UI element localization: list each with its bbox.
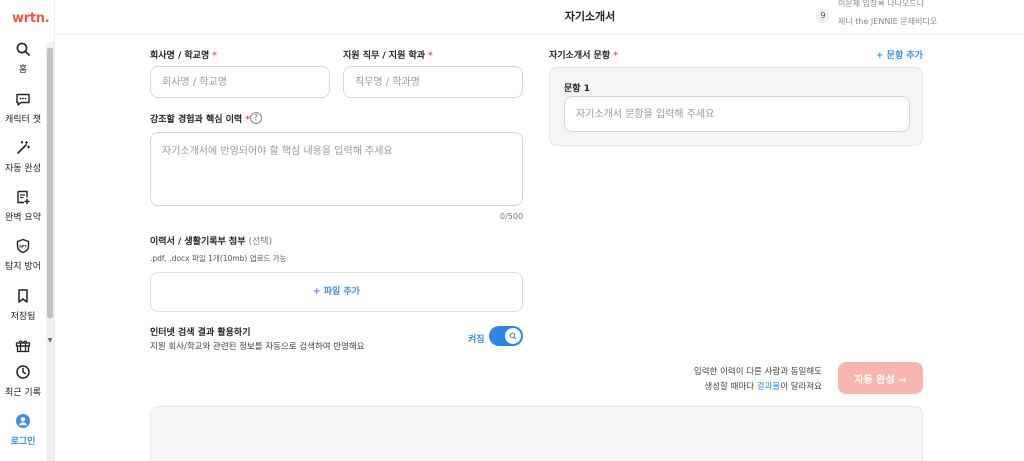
submit-note-line1: 입력한 이력이 다른 사람과 동일해도 [693,367,822,377]
sidebar-item-label: 캐릭터 챗 [5,115,41,125]
question-input[interactable] [564,96,910,132]
toggle-knob [505,328,521,344]
sidebar: wrtn. 홈 캐릭터 챗 자동 완성 완벽 요약 GPT 탐지 방어 저장됨 … [0,0,55,461]
submit-note-line2: 생성할 때마다 결과물이 달라져요 [704,382,822,392]
notification-text-line2: 제니 the JENNIE 문재비디오 [838,17,938,26]
internet-search-toggle[interactable] [489,326,523,346]
page-header: 자기소개서 9 이문제 입장록 나나오드니 제니 the JENNIE 문재비디… [56,0,1024,35]
sidebar-scrollbar-thumb[interactable] [47,48,53,318]
magic-wand-icon [17,140,31,154]
add-file-label: + 파일 추가 [313,287,360,297]
sidebar-item-saved[interactable]: 저장됨 [0,288,46,322]
sidebar-item-detection-defense[interactable]: GPT 탐지 방어 [0,238,46,272]
sidebar-item-home[interactable]: 홈 [0,41,46,75]
sidebar-item-label: 홈 [18,65,28,75]
character-counter: 0/500 [500,212,524,221]
results-link[interactable]: 결과물 [757,382,780,392]
shield-icon: GPT [16,238,30,254]
internet-search-title: 인터넷 검색 결과 활용하기 [150,328,251,338]
experience-field-label: 강조할 경험과 핵심 이력 * [150,115,250,125]
page-title: 자기소개서 [564,10,616,23]
result-area [150,406,923,461]
company-field-label: 회사명 / 학교명 * [150,51,217,61]
sidebar-item-gift[interactable] [0,337,46,358]
position-input[interactable] [343,66,523,98]
experience-textarea[interactable] [150,132,523,206]
sidebar-item-label: 저장됨 [10,312,36,322]
toggle-state-label: 켜짐 [468,335,485,345]
position-field-label: 지원 직무 / 지원 학과 * [343,51,433,61]
chat-bubble-icon [16,93,30,106]
company-input[interactable] [150,66,330,98]
question-title: 문항 1 [564,84,590,94]
questions-label: 자기소개서 문항 * [549,51,618,61]
attachment-note: .pdf, .docx 파일 1개(10mb) 업로드 가능 [150,254,287,263]
question-card: 문항 1 [549,67,923,146]
notification-text-line1: 이문제 입장록 나나오드니 [838,0,925,8]
notification-badge: 9 [816,9,830,23]
clock-icon [16,365,30,379]
add-question-button[interactable]: + 문항 추가 [876,48,923,61]
sidebar-item-login[interactable]: 로그인 [0,413,46,447]
notification-ticker[interactable]: 9 이문제 입장록 나나오드니 제니 the JENNIE 문재비디오 •• [816,0,1024,35]
wrtn-logo[interactable]: wrtn. [12,11,50,26]
svg-text:GPT: GPT [19,245,28,249]
search-icon [16,42,30,56]
attachment-field-label: 이력서 / 생활기록부 첨부 (선택) [150,237,273,247]
help-icon[interactable]: ? [250,112,262,124]
sidebar-item-recent-history[interactable]: 최근 기록 [0,364,46,398]
summary-icon [17,190,30,205]
sidebar-item-auto-complete[interactable]: 자동 완성 [0,140,46,174]
sidebar-item-label: 최근 기록 [5,388,41,398]
sidebar-item-perfect-summary[interactable]: 완벽 요약 [0,189,46,223]
auto-complete-button[interactable]: 자동 완성 → [838,362,923,394]
internet-search-description: 지원 회사/학교와 관련된 정보를 자동으로 검색하여 반영해요 [150,342,365,352]
sidebar-item-character-chat[interactable]: 캐릭터 챗 [0,91,46,125]
sidebar-item-label: 완벽 요약 [5,213,41,223]
sidebar-item-label: 탐지 방어 [5,262,41,272]
bookmark-icon [18,289,28,303]
add-file-button[interactable]: + 파일 추가 [150,272,523,312]
sidebar-item-label: 로그인 [10,437,36,447]
user-icon [16,414,30,428]
search-icon [509,332,517,340]
scroll-down-arrow[interactable]: ▼ [46,337,54,344]
sidebar-item-label: 자동 완성 [5,164,41,174]
gift-icon [15,340,31,353]
